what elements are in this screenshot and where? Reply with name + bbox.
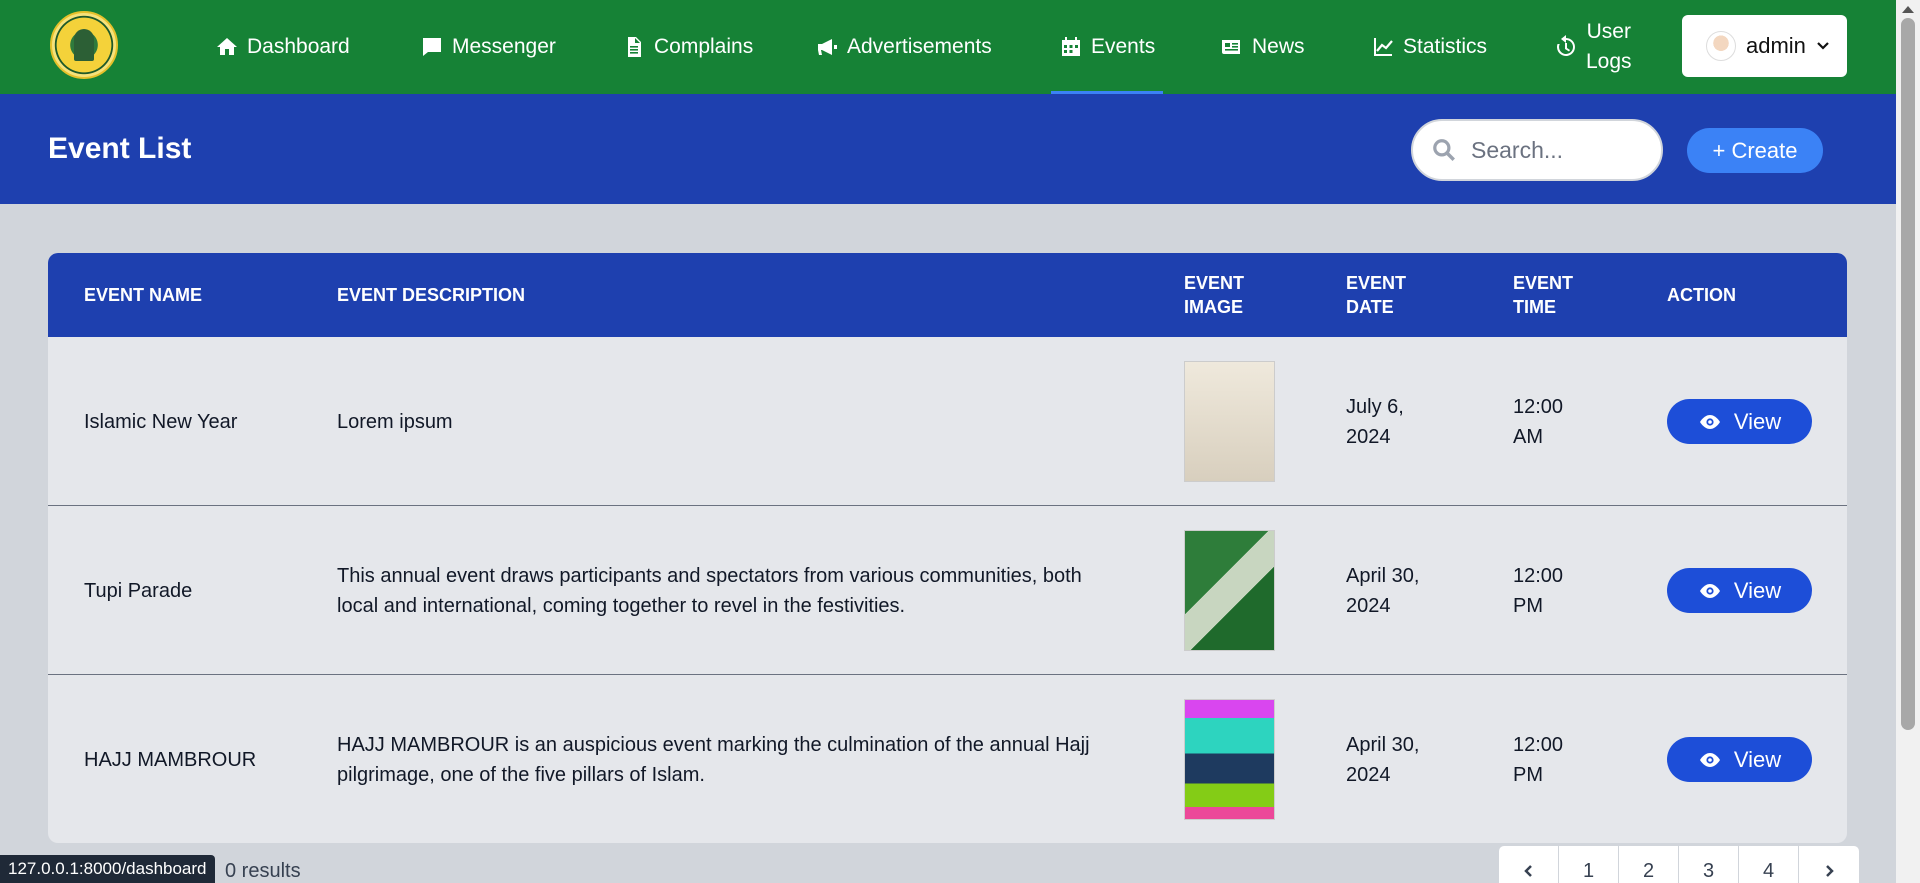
event-description: HAJJ MAMBROUR is an auspicious event mar… [337, 733, 1090, 786]
events-table: EVENT NAME EVENT DESCRIPTION EVENT IMAGE … [48, 253, 1847, 843]
nav-events[interactable]: Events [1050, 0, 1164, 94]
table-row: HAJJ MAMBROUR HAJJ MAMBROUR is an auspic… [48, 675, 1847, 843]
page-title: Event List [48, 132, 192, 165]
prev-page-button[interactable] [1499, 846, 1559, 883]
admin-dropdown-button[interactable]: admin [1682, 15, 1847, 77]
event-image[interactable] [1184, 699, 1275, 820]
search-box [1411, 119, 1663, 181]
history-icon [1556, 35, 1575, 56]
column-header-action: ACTION [1667, 285, 1736, 305]
eye-icon [1699, 583, 1720, 598]
view-button[interactable]: View [1667, 737, 1812, 782]
newspaper-icon [1222, 40, 1240, 54]
page-2-button[interactable]: 2 [1619, 846, 1679, 883]
column-header-event-name: EVENT NAME [84, 285, 203, 305]
status-bar-url: 127.0.0.1:8000/dashboard [0, 855, 215, 883]
scroll-up-arrow[interactable] [1902, 6, 1914, 13]
home-icon [217, 38, 237, 55]
event-date: April 30, 2024 [1346, 564, 1420, 617]
event-name: Tupi Parade [84, 579, 193, 602]
page-scrollbar[interactable] [1896, 0, 1920, 883]
page-3-button[interactable]: 3 [1679, 846, 1739, 883]
event-time: 12:00 PM [1513, 733, 1564, 786]
municipality-logo[interactable] [50, 11, 118, 79]
nav-messenger[interactable]: Messenger [420, 0, 556, 94]
column-header-event-time: EVENT TIME [1513, 273, 1574, 317]
view-button[interactable]: View [1667, 568, 1812, 613]
table-row: Islamic New Year Lorem ipsum July 6, 2024… [48, 337, 1847, 506]
event-time: 12:00 PM [1513, 564, 1564, 617]
event-image[interactable] [1184, 530, 1275, 651]
chart-line-icon [1374, 38, 1393, 56]
message-icon [423, 38, 441, 56]
event-time: 12:00 AM [1513, 395, 1564, 448]
column-header-event-date: EVENT DATE [1346, 273, 1407, 317]
create-button[interactable]: + Create [1687, 128, 1823, 173]
view-button[interactable]: View [1667, 399, 1812, 444]
nav-user-logs[interactable]: User Logs [1554, 0, 1632, 94]
table-header: EVENT NAME EVENT DESCRIPTION EVENT IMAGE … [48, 253, 1847, 337]
scroll-thumb[interactable] [1901, 18, 1915, 730]
results-count: 0 results [225, 860, 301, 882]
event-date: April 30, 2024 [1346, 733, 1420, 786]
column-header-event-description: EVENT DESCRIPTION [337, 285, 526, 305]
nav-advertisements[interactable]: Advertisements [815, 0, 992, 94]
event-image[interactable] [1184, 361, 1275, 482]
nav-complains[interactable]: Complains [622, 0, 753, 94]
chevron-right-icon [1826, 865, 1834, 877]
avatar [1706, 31, 1736, 61]
eye-icon [1699, 752, 1720, 767]
chevron-down-icon [1817, 42, 1829, 50]
event-name: HAJJ MAMBROUR [84, 748, 257, 771]
search-input[interactable] [1471, 136, 1641, 164]
event-description: This annual event draws participants and… [337, 564, 1082, 617]
nav-statistics[interactable]: Statistics [1371, 0, 1487, 94]
top-navbar: Dashboard Messenger Complains Advertisem… [0, 0, 1896, 94]
event-name: Islamic New Year [84, 410, 238, 433]
pagination: 1 2 3 4 [1498, 845, 1860, 883]
document-icon [628, 37, 641, 57]
megaphone-icon [818, 39, 837, 55]
event-description: Lorem ipsum [337, 410, 453, 433]
column-header-event-image: EVENT IMAGE [1184, 273, 1245, 317]
calendar-icon [1062, 37, 1080, 56]
page-4-button[interactable]: 4 [1739, 846, 1799, 883]
eye-icon [1699, 414, 1720, 429]
nav-news[interactable]: News [1220, 0, 1305, 94]
chevron-left-icon [1523, 865, 1532, 877]
page-1-button[interactable]: 1 [1559, 846, 1619, 883]
nav-dashboard[interactable]: Dashboard [215, 0, 350, 94]
next-page-button[interactable] [1799, 846, 1859, 883]
search-icon [1433, 139, 1455, 161]
page-header: Event List + Create [0, 94, 1896, 204]
event-date: July 6, 2024 [1346, 395, 1404, 448]
table-row: Tupi Parade This annual event draws part… [48, 506, 1847, 675]
